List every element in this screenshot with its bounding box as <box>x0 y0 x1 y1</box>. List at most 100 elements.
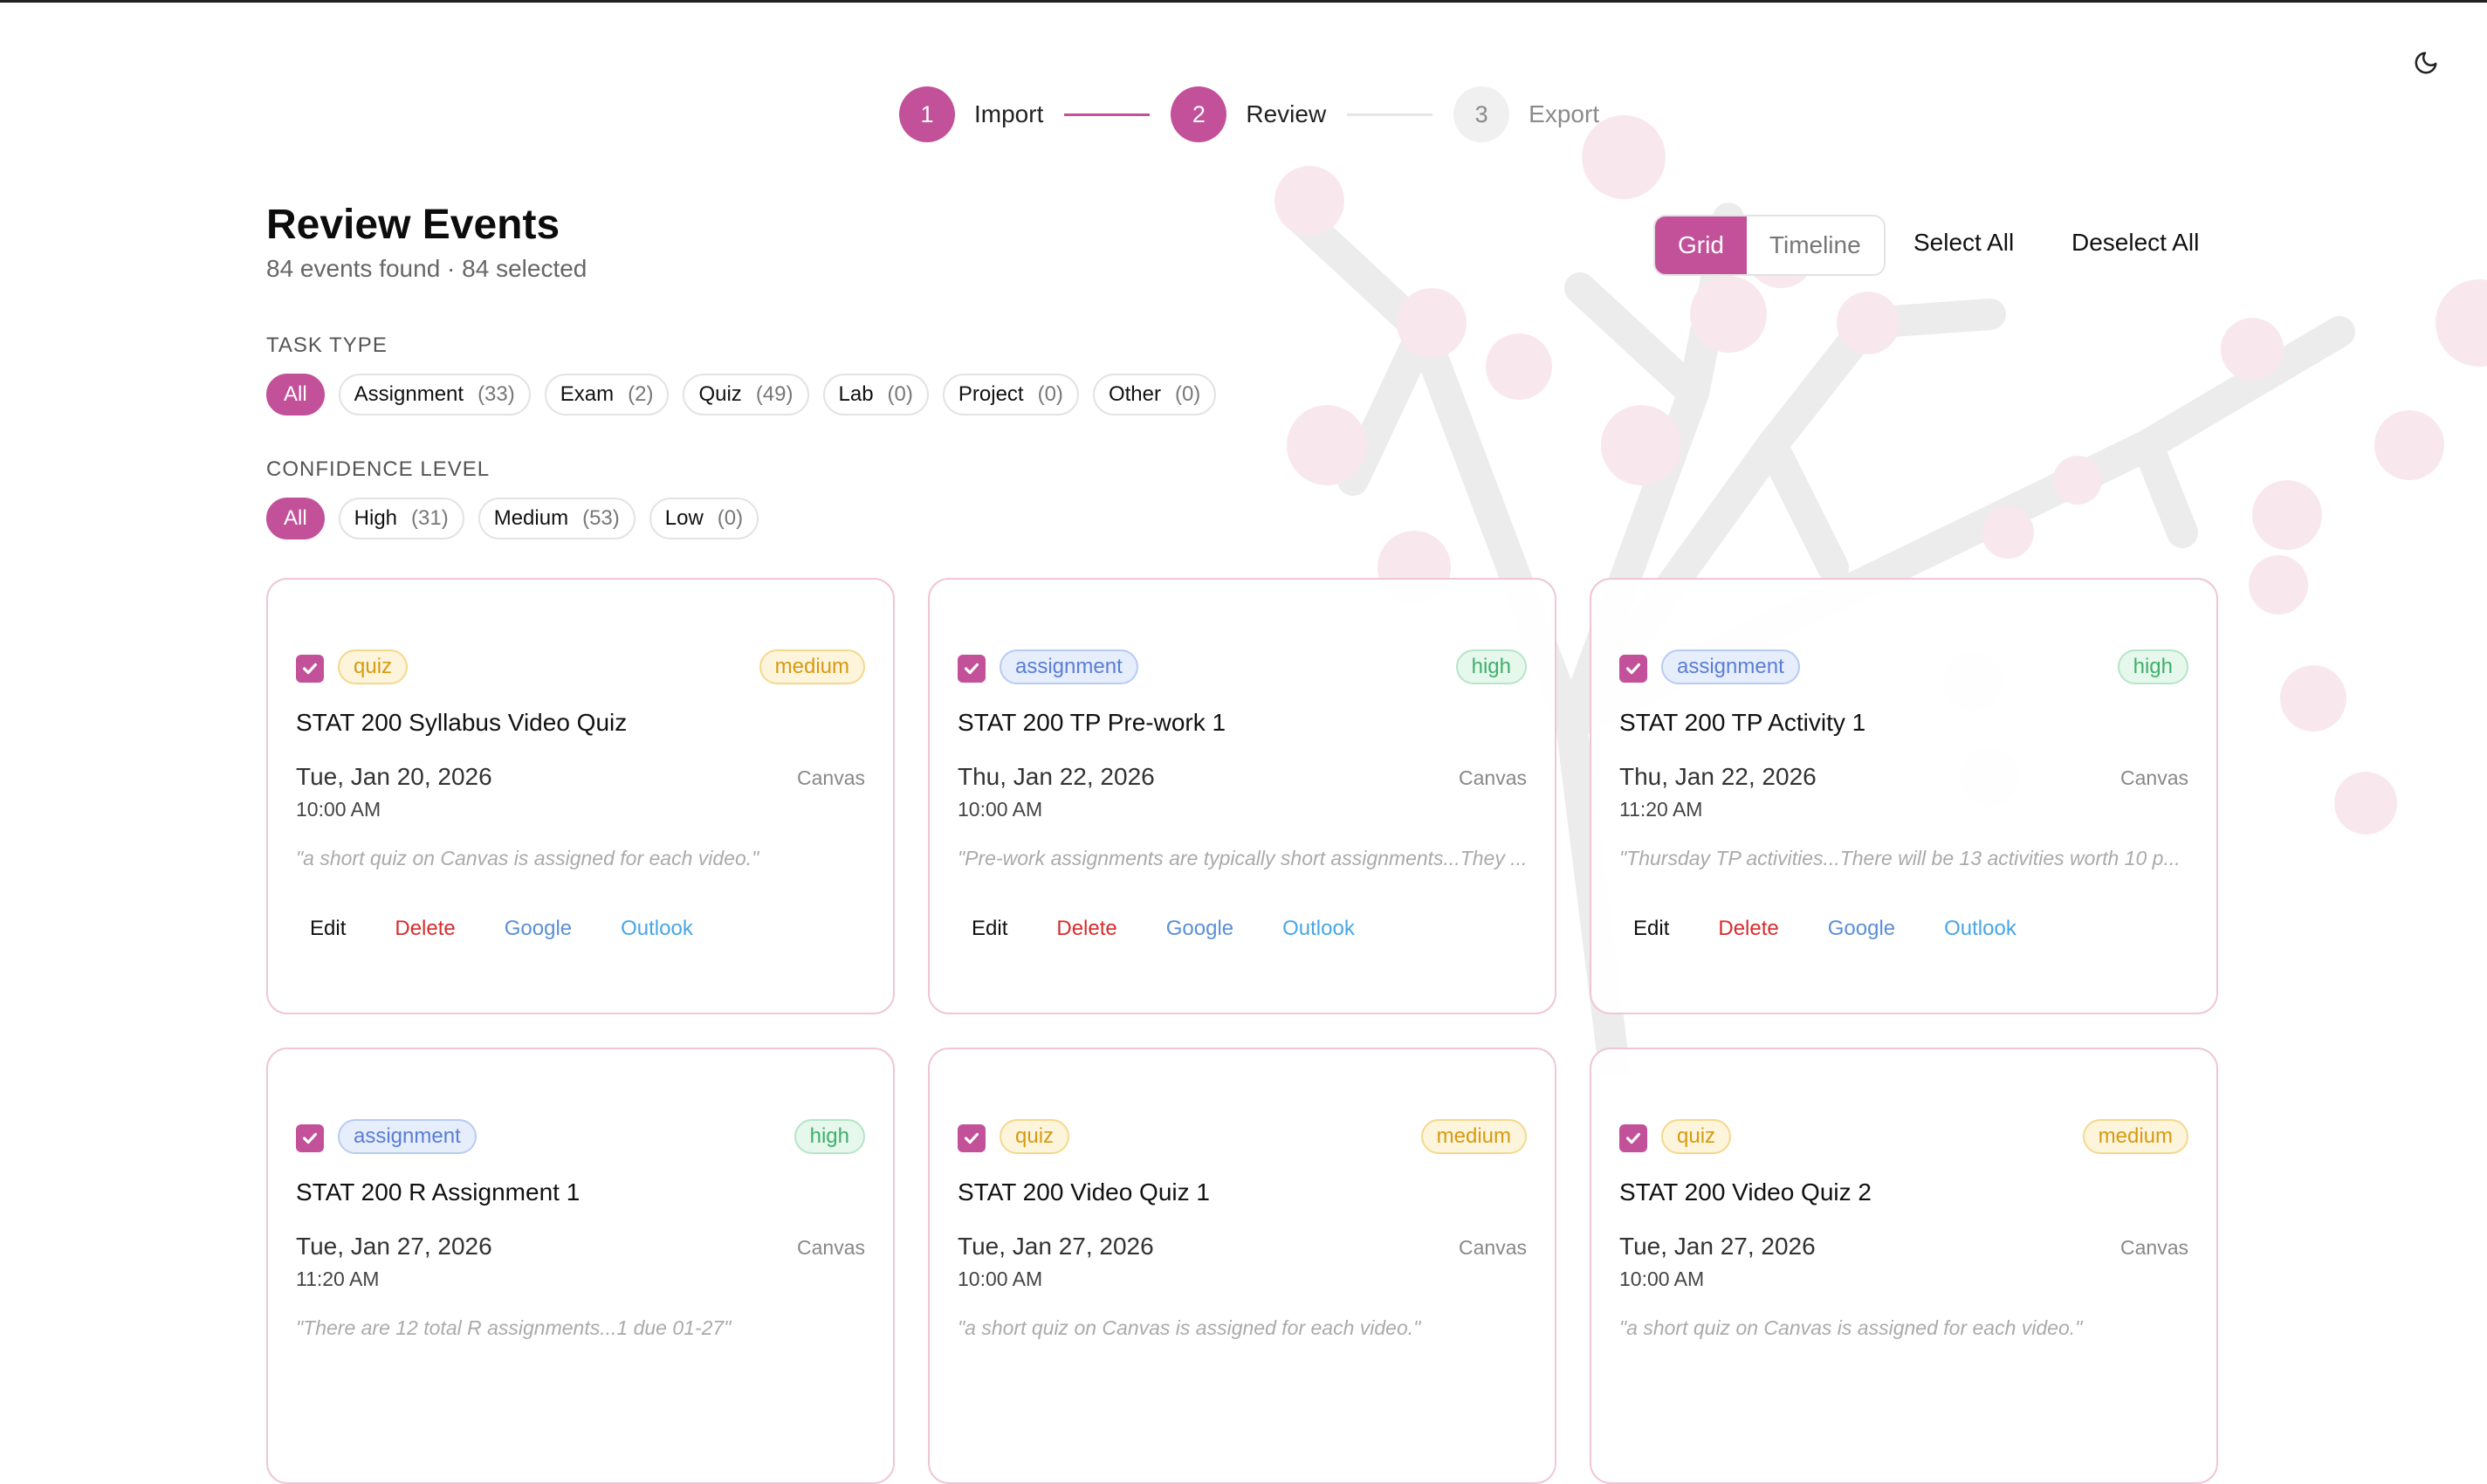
confidence-badge: high <box>1455 649 1527 684</box>
step-label: Export <box>1529 100 1600 127</box>
step-label: Import <box>974 100 1044 127</box>
filter-chip-confidence-all[interactable]: All <box>266 498 325 539</box>
confidence-level-label: CONFIDENCE LEVEL <box>266 457 491 481</box>
google-calendar-button[interactable]: Google <box>1807 910 1923 948</box>
chip-count: (2) <box>628 382 654 406</box>
event-select-checkbox[interactable] <box>296 655 324 683</box>
outlook-calendar-button[interactable]: Outlook <box>1923 910 2044 948</box>
task-type-badge: assignment <box>338 1119 477 1154</box>
event-select-checkbox[interactable] <box>1619 1124 1647 1152</box>
filter-chip-low[interactable]: Low (0) <box>649 498 759 539</box>
confidence-badge: medium <box>1420 1119 1527 1154</box>
task-type-filters: All Assignment (33) Exam (2) Quiz (49) Lab (… <box>266 374 1217 416</box>
step-connector <box>1064 113 1151 116</box>
delete-button[interactable]: Delete <box>1035 910 1144 948</box>
check-icon <box>964 663 979 675</box>
chip-label: Low <box>664 506 704 530</box>
edit-button[interactable]: Edit <box>951 910 1035 948</box>
step-export[interactable]: 3 Export <box>1453 86 1599 142</box>
card-actions: Edit Delete Google Outlook <box>951 910 1383 948</box>
chip-label: Exam <box>560 382 615 406</box>
filter-chip-all[interactable]: All <box>266 374 325 416</box>
event-title: STAT 200 Video Quiz 2 <box>1619 1178 1872 1206</box>
event-title: STAT 200 Syllabus Video Quiz <box>296 709 628 736</box>
filter-chip-assignment[interactable]: Assignment (33) <box>338 374 531 416</box>
step-import[interactable]: 1 Import <box>899 86 1043 142</box>
timeline-view-button[interactable]: Timeline <box>1746 216 1884 274</box>
chip-count: (0) <box>1174 382 1201 406</box>
outlook-calendar-button[interactable]: Outlook <box>1261 910 1383 948</box>
event-source: Canvas <box>2120 766 2188 789</box>
chip-label: High <box>354 506 398 530</box>
theme-toggle-button[interactable] <box>2408 45 2443 80</box>
select-all-button[interactable]: Select All <box>1913 229 2014 257</box>
confidence-badge: high <box>794 1119 865 1154</box>
task-type-badge: quiz <box>1661 1119 1732 1154</box>
event-select-checkbox[interactable] <box>1619 655 1647 683</box>
chip-label: Lab <box>838 382 874 406</box>
step-label: Review <box>1246 100 1327 127</box>
outlook-calendar-button[interactable]: Outlook <box>600 910 721 948</box>
chip-label: Assignment <box>354 382 464 406</box>
step-review[interactable]: 2 Review <box>1171 86 1326 142</box>
page-header: Review Events 84 events found · 84 selec… <box>266 201 587 283</box>
chip-count: (49) <box>755 382 794 406</box>
event-card: assignment high STAT 200 TP Activity 1 T… <box>1590 578 2218 1014</box>
filter-chip-other[interactable]: Other (0) <box>1092 374 1217 416</box>
task-type-badge: quiz <box>1000 1119 1070 1154</box>
chip-count: (33) <box>477 382 515 406</box>
event-card: quiz medium STAT 200 Syllabus Video Quiz… <box>266 578 895 1014</box>
filter-chip-lab[interactable]: Lab (0) <box>822 374 929 416</box>
check-icon <box>302 663 318 675</box>
grid-view-button[interactable]: Grid <box>1655 216 1747 274</box>
event-time: 11:20 AM <box>296 1268 380 1290</box>
edit-button[interactable]: Edit <box>1612 910 1697 948</box>
event-title: STAT 200 Video Quiz 1 <box>958 1178 1210 1206</box>
event-source: Canvas <box>1459 1236 1527 1259</box>
task-type-badge: assignment <box>1661 649 1800 684</box>
filter-chip-high[interactable]: High (31) <box>338 498 464 539</box>
event-select-checkbox[interactable] <box>958 655 986 683</box>
confidence-filters: All High (31) Medium (53) Low (0) <box>266 498 759 539</box>
chip-count: (53) <box>582 506 620 530</box>
event-select-checkbox[interactable] <box>958 1124 986 1152</box>
event-card: quiz medium STAT 200 Video Quiz 2 Tue, J… <box>1590 1048 2218 1484</box>
deselect-all-button[interactable]: Deselect All <box>2071 229 2199 257</box>
event-date: Thu, Jan 22, 2026 <box>1619 763 1817 790</box>
step-number: 1 <box>899 86 955 142</box>
delete-button[interactable]: Delete <box>1697 910 1806 948</box>
progress-stepper: 1 Import 2 Review 3 Export <box>899 84 1599 145</box>
google-calendar-button[interactable]: Google <box>484 910 600 948</box>
event-source: Canvas <box>1459 766 1527 789</box>
event-source: Canvas <box>2120 1236 2188 1259</box>
delete-button[interactable]: Delete <box>374 910 483 948</box>
event-date: Tue, Jan 20, 2026 <box>296 763 492 790</box>
event-date: Tue, Jan 27, 2026 <box>1619 1233 1816 1260</box>
chip-count: (0) <box>717 506 744 530</box>
task-type-label: TASK TYPE <box>266 333 388 357</box>
edit-button[interactable]: Edit <box>289 910 374 948</box>
google-calendar-button[interactable]: Google <box>1145 910 1261 948</box>
events-summary: 84 events found · 84 selected <box>266 255 587 282</box>
chip-label: Medium <box>493 506 569 530</box>
chip-count: (0) <box>1037 382 1063 406</box>
source-quote: "Pre-work assignments are typically shor… <box>958 847 1528 869</box>
event-date: Tue, Jan 27, 2026 <box>958 1233 1154 1260</box>
chip-count: (31) <box>411 506 449 530</box>
event-date: Tue, Jan 27, 2026 <box>296 1233 492 1260</box>
event-select-checkbox[interactable] <box>296 1124 324 1152</box>
check-icon <box>964 1132 979 1144</box>
source-quote: "Thursday TP activities...There will be … <box>1619 847 2181 869</box>
confidence-badge: medium <box>2082 1119 2188 1154</box>
chip-count: (0) <box>887 382 913 406</box>
filter-chip-exam[interactable]: Exam (2) <box>544 374 670 416</box>
filter-chip-quiz[interactable]: Quiz (49) <box>683 374 809 416</box>
event-date: Thu, Jan 22, 2026 <box>958 763 1155 790</box>
filter-chip-medium[interactable]: Medium (53) <box>477 498 635 539</box>
check-icon <box>302 1132 318 1144</box>
filter-chip-project[interactable]: Project (0) <box>942 374 1079 416</box>
event-card: assignment high STAT 200 TP Pre-work 1 T… <box>928 578 1556 1014</box>
step-number: 3 <box>1453 86 1510 142</box>
source-quote: "There are 12 total R assignments...1 du… <box>296 1316 732 1339</box>
check-icon <box>1625 1132 1641 1144</box>
